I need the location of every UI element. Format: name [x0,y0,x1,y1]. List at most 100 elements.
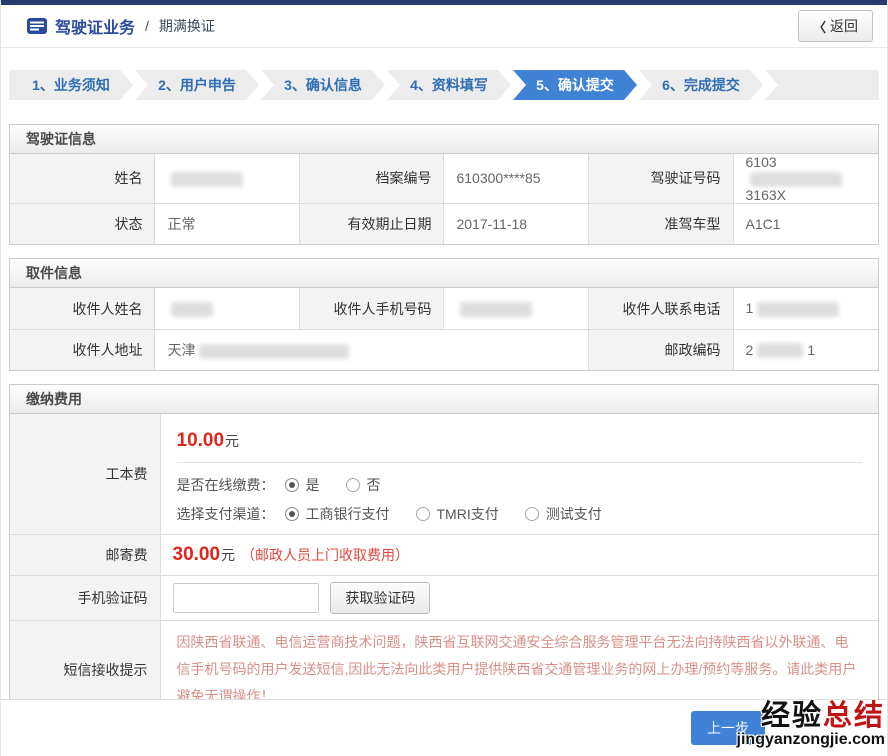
censored-recipient-phone [460,302,532,317]
censored-recipient-tel [757,302,839,317]
license-info-table: 姓名 档案编号 610300****85 驾驶证号码 61033163X 状态 … [10,154,878,244]
table-row: 手机验证码 获取验证码 [10,576,878,621]
step-4-label: 4、资料填写 [410,75,488,95]
breadcrumb-separator: / [145,18,149,34]
censored-name [171,172,243,187]
pickup-info-section: 取件信息 收件人姓名 收件人手机号码 收件人联系电话 1 收件人地址 天津 邮政… [9,258,879,371]
page-header: 驾驶证业务 / 期满换证 〈 返回 [1,5,887,48]
online-pay-row: 是否在线缴费： 是 否 [177,475,863,495]
postage-fee-label: 邮寄费 [10,535,160,576]
channel-test-option[interactable]: 测试支付 [525,504,602,524]
postage-fee-cell: 30.00元（邮政人员上门收取费用） [160,535,878,576]
page-title: 驾驶证业务 [55,14,135,38]
file-number-value: 610300****85 [444,154,588,203]
expiry-value: 2017-11-18 [444,203,588,244]
table-row: 姓名 档案编号 610300****85 驾驶证号码 61033163X [10,154,878,203]
expiry-label: 有效期止日期 [299,203,444,244]
license-info-section: 驾驶证信息 姓名 档案编号 610300****85 驾驶证号码 6103316… [9,124,879,245]
recipient-tel-value: 1 [733,288,878,329]
step-6-label: 6、完成提交 [662,75,740,95]
channel-icbc-label: 工商银行支付 [306,504,390,524]
channel-icbc-option[interactable]: 工商银行支付 [285,504,390,524]
vehicle-class-label: 准驾车型 [588,203,733,244]
step-2-tab[interactable]: 2、用户申告 [135,70,259,100]
production-fee-amount-line: 10.00元 [177,430,863,452]
sms-code-cell: 获取验证码 [160,576,878,621]
online-pay-no-label: 否 [367,475,381,495]
censored-address [199,344,349,359]
step-3-label: 3、确认信息 [284,75,362,95]
table-row: 邮寄费 30.00元（邮政人员上门收取费用） [10,535,878,576]
channel-tmri-option[interactable]: TMRI支付 [416,504,499,524]
watermark-word-black: 经验 [761,700,823,732]
recipient-phone-value [444,288,588,329]
online-pay-yes-option[interactable]: 是 [285,475,320,495]
fees-section: 缴纳费用 工本费 10.00元 是否在线缴费： 是 [9,384,879,719]
yuan-unit: 元 [221,547,235,563]
name-label: 姓名 [10,154,155,203]
license-section-title: 驾驶证信息 [10,125,878,154]
back-button[interactable]: 〈 返回 [798,10,873,42]
recipient-tel-label: 收件人联系电话 [588,288,733,329]
pay-channel-label: 选择支付渠道： [177,504,275,524]
sms-code-label: 手机验证码 [10,576,160,621]
production-fee-label: 工本费 [10,414,160,535]
license-number-value: 61033163X [733,154,878,203]
step-5-tab-active[interactable]: 5、确认提交 [513,70,637,100]
step-nav: 1、业务须知 2、用户申告 3、确认信息 4、资料填写 5、确认提交 6、完成提… [9,70,879,100]
watermark-word-red: 总结 [823,700,885,732]
channel-test-label: 测试支付 [546,504,602,524]
step-3-tab[interactable]: 3、确认信息 [261,70,385,100]
status-value: 正常 [155,203,299,244]
radio-unchecked-icon[interactable] [416,507,430,521]
address-value: 天津 [155,329,588,370]
address-label: 收件人地址 [10,329,155,370]
prev-step-button[interactable]: 上一步 [691,711,765,745]
breadcrumb: 驾驶证业务 / 期满换证 [27,14,215,38]
radio-unchecked-icon[interactable] [525,507,539,521]
step-1-tab[interactable]: 1、业务须知 [9,70,133,100]
vehicle-class-value: A1C1 [733,203,878,244]
page: 驾驶证业务 / 期满换证 〈 返回 1、业务须知 2、用户申告 3、确认信息 4… [0,0,888,756]
step-6-tab[interactable]: 6、完成提交 [639,70,763,100]
breadcrumb-current: 期满换证 [159,16,215,36]
recipient-name-label: 收件人姓名 [10,288,155,329]
recipient-tel-prefix: 1 [746,300,754,316]
zip-value: 21 [733,329,878,370]
table-row: 收件人姓名 收件人手机号码 收件人联系电话 1 [10,288,878,329]
zip-suffix: 1 [807,342,815,358]
radio-unchecked-icon[interactable] [346,478,360,492]
online-pay-label: 是否在线缴费： [177,475,275,495]
fees-table: 工本费 10.00元 是否在线缴费： 是 否 [10,414,878,718]
production-fee-amount: 10.00 [177,430,225,451]
recipient-phone-label: 收件人手机号码 [299,288,444,329]
zip-label: 邮政编码 [588,329,733,370]
status-label: 状态 [10,203,155,244]
channel-tmri-label: TMRI支付 [437,504,499,524]
sms-code-input[interactable] [173,583,319,613]
table-row: 工本费 10.00元 是否在线缴费： 是 否 [10,414,878,535]
footer-bar: 上一步 经验总结 jingyanzongjie.com [1,699,887,756]
fees-section-title: 缴纳费用 [10,385,878,414]
recipient-name-value [155,288,299,329]
postage-fee-note: （邮政人员上门收取费用） [241,547,409,563]
back-chevron-icon: 〈 [813,17,826,36]
get-code-button[interactable]: 获取验证码 [330,582,430,614]
license-list-icon [27,18,47,34]
online-pay-yes-label: 是 [306,475,320,495]
license-number-prefix: 6103 [746,154,777,170]
step-2-label: 2、用户申告 [158,75,236,95]
step-5-label: 5、确认提交 [536,75,614,95]
step-4-tab[interactable]: 4、资料填写 [387,70,511,100]
yuan-unit: 元 [225,433,239,449]
radio-checked-icon[interactable] [285,507,299,521]
online-pay-no-option[interactable]: 否 [346,475,381,495]
table-row: 状态 正常 有效期止日期 2017-11-18 准驾车型 A1C1 [10,203,878,244]
pickup-section-title: 取件信息 [10,259,878,288]
step-1-label: 1、业务须知 [32,75,110,95]
address-prefix: 天津 [167,342,195,358]
file-number-label: 档案编号 [299,154,444,203]
radio-checked-icon[interactable] [285,478,299,492]
zip-prefix: 2 [746,342,754,358]
back-button-label: 返回 [830,16,858,36]
